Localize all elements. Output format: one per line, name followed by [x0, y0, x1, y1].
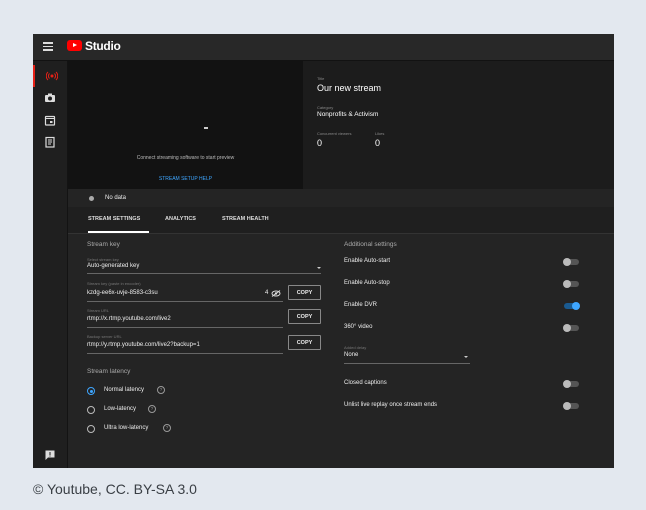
closed-captions-label: Closed captions [344, 380, 387, 386]
likes-label: Likes [375, 131, 385, 136]
copy-stream-url-button[interactable]: COPY [288, 309, 321, 324]
dvr-toggle[interactable] [564, 301, 580, 310]
live-broadcast-icon [46, 71, 58, 81]
stream-status-bar: No data [68, 189, 614, 207]
additional-settings-heading: Additional settings [344, 241, 397, 248]
sidebar-item-live[interactable] [33, 65, 67, 87]
added-delay-label: Added delay [344, 345, 367, 350]
sidebar-item-schedule[interactable] [33, 109, 67, 131]
normal-latency-label: Normal latency [104, 387, 145, 393]
tab-analytics[interactable]: ANALYTICS [165, 216, 196, 222]
auto-start-toggle[interactable] [563, 257, 579, 266]
help-icon[interactable]: ? [163, 424, 171, 432]
unlist-replay-toggle[interactable] [563, 401, 579, 410]
help-icon[interactable]: ? [148, 405, 156, 413]
stream-info-panel: Title Our new stream Category Nonprofits… [303, 61, 614, 189]
chevron-down-icon[interactable] [464, 356, 468, 358]
top-bar: Studio [33, 34, 614, 61]
360-video-toggle[interactable] [563, 323, 579, 332]
low-latency-label: Low-latency [104, 406, 137, 412]
auto-stop-toggle[interactable] [563, 279, 579, 288]
sidebar-item-feedback[interactable] [33, 444, 67, 466]
backup-url-field[interactable]: rtmp://y.rtmp.youtube.com/live2?backup=1 [87, 342, 200, 348]
help-icon[interactable]: ? [157, 386, 165, 394]
stream-preview: Connect streaming software to start prev… [68, 61, 303, 189]
stream-latency-heading: Stream latency [87, 368, 131, 375]
stream-key-label: Stream key (paste in encoder) [87, 281, 141, 286]
reveal-count: 4 [265, 290, 269, 296]
settings-tabs: STREAM SETTINGS ANALYTICS STREAM HEALTH [68, 207, 614, 234]
ultra-low-latency-label: Ultra low-latency [104, 425, 149, 431]
added-delay-underline [344, 363, 470, 364]
closed-captions-toggle[interactable] [563, 379, 579, 388]
stream-settings-panel: Stream key Select stream key Auto-genera… [68, 234, 614, 468]
360-video-label: 360° video [344, 324, 373, 330]
copy-backup-url-button[interactable]: COPY [288, 335, 321, 350]
viewers-label: Concurrent viewers [317, 131, 352, 136]
title-label: Title [317, 76, 325, 81]
backup-url-underline [87, 353, 283, 354]
stream-key-field[interactable]: kzdg-ee6x-uvje-8583-c3su [87, 290, 158, 296]
stream-key-select-underline [87, 273, 321, 274]
backup-url-label: Backup server URL [87, 334, 122, 339]
youtube-logo-icon[interactable] [67, 40, 82, 51]
app-title: Studio [85, 39, 121, 53]
status-dot-icon [89, 196, 94, 201]
stream-key-heading: Stream key [87, 241, 120, 248]
sidebar-item-webcam[interactable] [33, 87, 67, 109]
visibility-off-icon[interactable] [271, 290, 281, 297]
tab-stream-health[interactable]: STREAM HEALTH [222, 216, 269, 222]
stream-category: Nonprofits & Activism [317, 111, 379, 118]
unlist-replay-label: Unlist live replay once stream ends [344, 402, 438, 408]
stream-key-select-label: Select stream key [87, 257, 119, 262]
image-credit: © Youtube, CC. BY-SA 3.0 [33, 481, 197, 497]
stream-url-field[interactable]: rtmp://x.rtmp.youtube.com/live2 [87, 316, 171, 322]
dvr-label: Enable DVR [344, 302, 378, 308]
stream-url-underline [87, 327, 283, 328]
stream-url-label: Stream URL [87, 308, 110, 313]
manage-icon [45, 136, 55, 148]
radio-normal-latency[interactable] [87, 387, 95, 395]
radio-low-latency[interactable] [87, 406, 95, 414]
stream-title: Our new stream [317, 83, 382, 93]
stream-setup-help-link[interactable]: STREAM SETUP HELP [68, 176, 303, 182]
stream-key-select[interactable]: Auto-generated key [87, 263, 139, 269]
active-tab-indicator [88, 231, 149, 233]
preview-message: Connect streaming software to start prev… [136, 155, 235, 161]
category-label: Category [317, 105, 334, 110]
feedback-icon [45, 450, 55, 460]
auto-stop-label: Enable Auto-stop [344, 280, 390, 286]
loading-spinner-icon [204, 127, 208, 129]
sidebar [33, 61, 68, 468]
camera-icon [45, 93, 55, 102]
sidebar-item-manage[interactable] [33, 131, 67, 153]
viewers-count: 0 [317, 138, 323, 148]
tab-stream-settings[interactable]: STREAM SETTINGS [88, 216, 140, 222]
added-delay-select[interactable]: None [344, 352, 358, 358]
studio-window: Studio Connect streaming software to sta… [33, 34, 614, 468]
auto-start-label: Enable Auto-start [344, 258, 391, 264]
menu-icon[interactable] [43, 42, 53, 51]
chevron-down-icon[interactable] [317, 267, 321, 269]
copy-stream-key-button[interactable]: COPY [288, 285, 321, 300]
likes-count: 0 [375, 138, 381, 148]
radio-ultra-low-latency[interactable] [87, 425, 95, 433]
status-text: No data [105, 195, 127, 201]
calendar-icon [44, 115, 56, 126]
stream-key-underline [87, 301, 283, 302]
